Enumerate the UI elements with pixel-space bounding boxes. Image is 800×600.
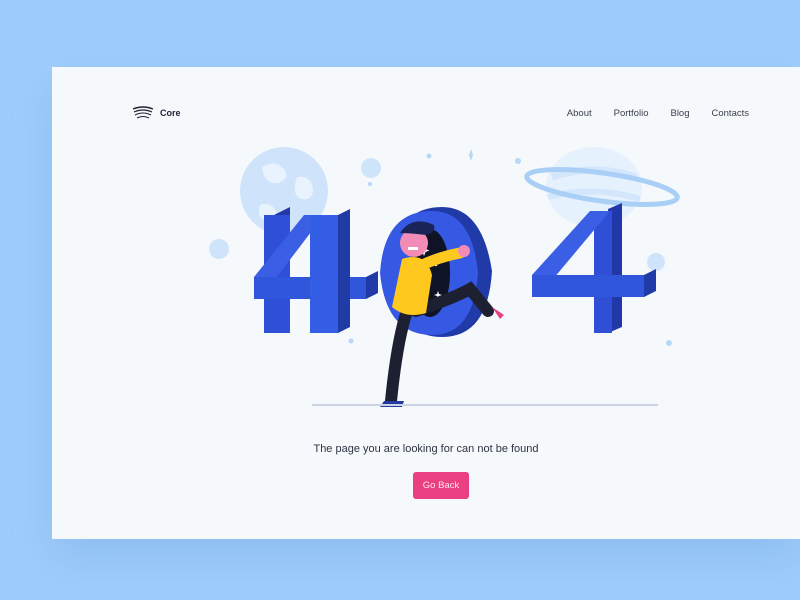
nav-blog[interactable]: Blog xyxy=(670,108,689,119)
go-back-button[interactable]: Go Back xyxy=(413,472,469,499)
digit-4-right xyxy=(532,203,656,333)
digit-0 xyxy=(380,207,492,337)
nav-about[interactable]: About xyxy=(567,108,592,119)
404-illustration xyxy=(209,147,680,407)
bubble xyxy=(209,239,229,259)
digits-404 xyxy=(254,203,656,337)
page-card: Core About Portfolio Blog Contacts The p… xyxy=(52,67,800,539)
top-nav: About Portfolio Blog Contacts xyxy=(567,108,749,119)
digit-4-left xyxy=(254,207,378,333)
bubble xyxy=(647,253,665,271)
brand-name: Core xyxy=(160,108,181,118)
nav-portfolio[interactable]: Portfolio xyxy=(614,108,649,119)
brand-logo[interactable]: Core xyxy=(132,106,181,120)
bubble xyxy=(361,158,381,178)
not-found-message: The page you are looking for can not be … xyxy=(313,443,539,455)
core-logo-icon xyxy=(132,106,154,119)
nav-contacts[interactable]: Contacts xyxy=(712,108,750,119)
